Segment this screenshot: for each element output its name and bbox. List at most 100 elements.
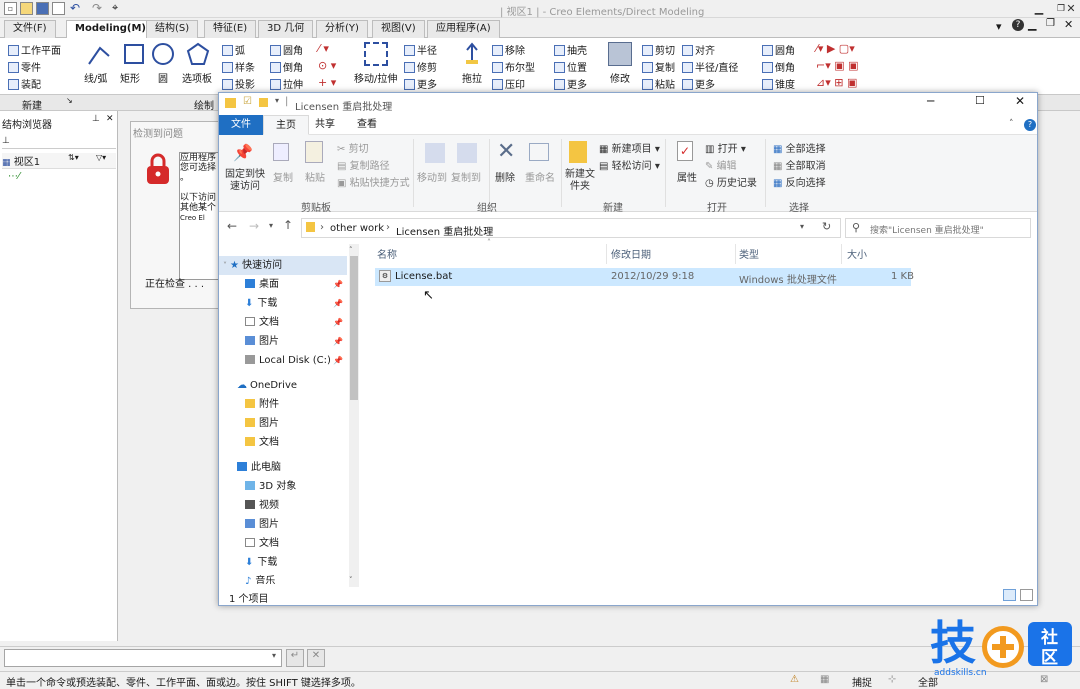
- line-arc-icon[interactable]: [86, 42, 112, 68]
- redo-icon[interactable]: ↷: [92, 1, 102, 15]
- offset-icon[interactable]: + ▾: [318, 76, 336, 89]
- rectangle-icon[interactable]: [124, 44, 144, 64]
- search-box[interactable]: ⚲ 搜索"Licensen 重启批处理": [845, 218, 1031, 238]
- copy-to-button[interactable]: 复制到: [451, 169, 481, 184]
- new-folder-button[interactable]: 新建文件夹: [565, 169, 595, 193]
- analysis-tools-icon[interactable]: ⊿▾ ⊞ ▣: [816, 76, 857, 89]
- filter-icon[interactable]: ▽▾: [96, 153, 106, 162]
- fillet-button[interactable]: 圆角: [270, 42, 303, 57]
- address-dropdown-icon[interactable]: ▾: [800, 222, 804, 231]
- quick-access-dropdown-icon[interactable]: ▾: [275, 96, 279, 105]
- address-bar[interactable]: › other work › Licensen 重启批处理 ▾ ↻: [301, 218, 841, 238]
- status-tool-icon[interactable]: ▦: [820, 674, 829, 685]
- breadcrumb-item[interactable]: other work: [330, 223, 384, 234]
- ribbon-collapse-icon[interactable]: ˄: [1009, 119, 1014, 129]
- column-header-type[interactable]: 类型: [739, 246, 759, 261]
- nav-onedrive-pictures[interactable]: 图片: [219, 414, 347, 433]
- ribbon-restore-icon[interactable]: ❐: [1046, 18, 1055, 29]
- nav-pictures[interactable]: 图片 📌: [219, 332, 347, 351]
- move-stretch-icon[interactable]: [364, 42, 388, 66]
- shell-button[interactable]: 抽壳: [554, 42, 587, 57]
- scroll-up-icon[interactable]: ˄: [349, 246, 353, 254]
- new-folder-quick-icon[interactable]: [259, 98, 268, 107]
- view-row[interactable]: ▦ 视区1 ⇅▾ ▽▾: [2, 153, 116, 169]
- rename-button[interactable]: 重命名: [525, 169, 555, 184]
- recent-dropdown-icon[interactable]: ▾: [269, 221, 273, 230]
- pin-icon[interactable]: ⊥: [92, 114, 100, 124]
- more-3d-button[interactable]: 更多: [554, 76, 587, 91]
- nav-onedrive-documents[interactable]: 文档: [219, 433, 347, 452]
- taper-button[interactable]: 锥度: [762, 76, 795, 91]
- breadcrumb-item[interactable]: Licensen 重启批处理: [396, 223, 493, 238]
- copy-button[interactable]: 复制: [642, 59, 675, 74]
- arc-button[interactable]: 弧: [222, 42, 245, 57]
- nav-downloads[interactable]: ⬇ 下载 📌: [219, 294, 347, 313]
- nav-quick-access[interactable]: ˅ ★ 快速访问: [219, 256, 347, 275]
- move-to-button[interactable]: 移动到: [417, 169, 447, 184]
- new-file-icon[interactable]: ▫: [4, 2, 17, 15]
- trim-button[interactable]: 修剪: [404, 59, 437, 74]
- cancel-icon[interactable]: ✕: [307, 649, 325, 667]
- blend-button[interactable]: 圆角: [762, 42, 795, 57]
- nav-3d-objects[interactable]: 3D 对象: [219, 477, 347, 496]
- chamfer-button[interactable]: 倒角: [270, 59, 303, 74]
- more-draw-button[interactable]: 更多: [404, 76, 437, 91]
- large-icons-view-icon[interactable]: [1020, 589, 1033, 601]
- boolean-button[interactable]: 布尔型: [492, 59, 535, 74]
- column-separator[interactable]: [735, 244, 736, 264]
- invert-selection-button[interactable]: ▦ 反向选择: [773, 174, 826, 189]
- group-expand-icon[interactable]: ↘: [66, 96, 73, 105]
- nav-music[interactable]: ♪ 音乐: [219, 572, 347, 584]
- panel-close-icon[interactable]: ✕: [106, 114, 114, 124]
- properties-button[interactable]: 属性: [677, 169, 697, 184]
- tab-applications[interactable]: 应用程序(A): [427, 20, 500, 38]
- ribbon-close-icon[interactable]: ✕: [1064, 18, 1073, 31]
- tab-share[interactable]: 共享: [303, 115, 347, 135]
- tab-view[interactable]: 查看: [345, 115, 389, 135]
- constraint-tools-icon[interactable]: ⌐▾ ▣ ▣: [816, 59, 859, 72]
- paste-shortcut-button[interactable]: ▣ 粘贴快捷方式: [337, 174, 410, 189]
- nav-desktop[interactable]: 桌面 📌: [219, 275, 347, 294]
- projection-button[interactable]: 投影: [222, 76, 255, 91]
- maximize-icon[interactable]: ☐: [975, 94, 985, 107]
- nav-pc-documents[interactable]: 文档: [219, 534, 347, 553]
- line-style-icon[interactable]: ⁄ ▾: [318, 42, 329, 55]
- details-view-icon[interactable]: [1003, 589, 1016, 601]
- nav-local-disk[interactable]: Local Disk (C:) 📌: [219, 351, 347, 370]
- paste-button[interactable]: 粘贴: [642, 76, 675, 91]
- save-icon[interactable]: [36, 2, 49, 15]
- tab-view[interactable]: 视图(V): [372, 20, 425, 38]
- save-all-icon[interactable]: [52, 2, 65, 15]
- select-none-button[interactable]: ▦ 全部取消: [773, 157, 826, 172]
- tab-feature[interactable]: 特征(E): [204, 20, 257, 38]
- part-button[interactable]: 零件: [8, 59, 41, 74]
- align-button[interactable]: 对齐: [682, 42, 715, 57]
- spline-button[interactable]: 样条: [222, 59, 255, 74]
- pin-quick-access-button[interactable]: 固定到快速访问: [225, 169, 265, 193]
- column-header-size[interactable]: 大小: [847, 246, 867, 261]
- nav-this-pc[interactable]: 此电脑: [219, 458, 347, 477]
- edit-button[interactable]: ✎ 编辑: [705, 157, 737, 172]
- close-icon[interactable]: ✕: [1015, 94, 1025, 108]
- history-button[interactable]: ◷ 历史记录: [705, 174, 757, 189]
- assembly-button[interactable]: 装配: [8, 76, 41, 91]
- tab-modeling[interactable]: Modeling(M): [66, 20, 155, 39]
- enter-icon[interactable]: ↵: [286, 649, 304, 667]
- modify-icon[interactable]: [608, 42, 632, 66]
- copy-path-button[interactable]: ▤ 复制路径: [337, 157, 390, 172]
- extrude-button[interactable]: 拉伸: [270, 76, 303, 91]
- sort-icon[interactable]: ⇅▾: [68, 153, 79, 162]
- radius-diameter-button[interactable]: 半径/直径: [682, 59, 738, 74]
- column-header-name[interactable]: 名称: [377, 246, 397, 261]
- tab-analysis[interactable]: 分析(Y): [316, 20, 368, 38]
- pull-icon[interactable]: [464, 42, 480, 66]
- help-icon[interactable]: ?: [1024, 119, 1036, 131]
- up-icon[interactable]: ↑: [283, 218, 293, 232]
- search-input[interactable]: 搜索"Licensen 重启批处理": [870, 223, 984, 236]
- cut-button[interactable]: 剪切: [642, 42, 675, 57]
- table-row[interactable]: ⚙ License.bat 2012/10/29 9:18 Windows 批处…: [375, 268, 914, 286]
- command-dropdown-icon[interactable]: ▾: [272, 651, 276, 660]
- ribbon-minimize-icon[interactable]: ▁: [1028, 18, 1036, 31]
- tab-file[interactable]: 文件(F): [4, 20, 56, 38]
- close-icon[interactable]: ✕: [1060, 0, 1080, 18]
